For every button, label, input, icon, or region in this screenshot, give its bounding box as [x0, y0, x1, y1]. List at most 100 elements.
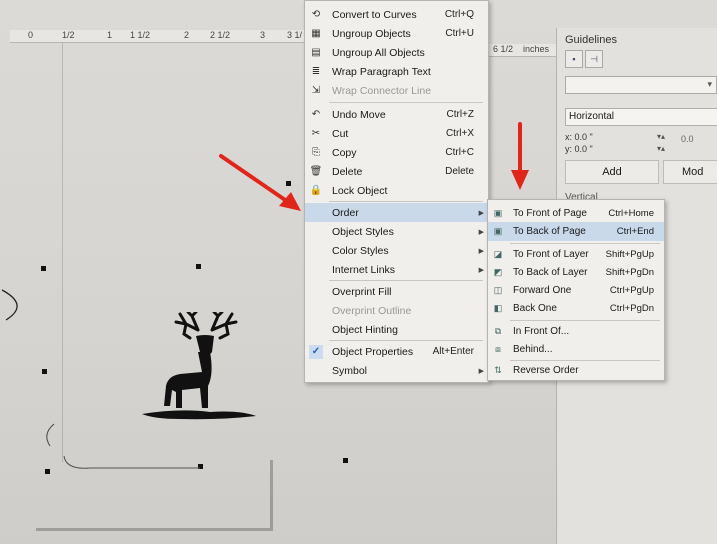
menu-item-label: Delete — [332, 165, 363, 178]
undo-icon: ↶ — [311, 109, 321, 120]
menu-item-label: Color Styles — [332, 244, 389, 257]
guideline-lock-icon: ⊣ — [590, 53, 598, 64]
to-front-of-layer-icon: ◪ — [493, 249, 503, 259]
deer-silhouette[interactable] — [140, 312, 258, 424]
menu-item-internet-links[interactable]: Internet Links ▶ — [305, 260, 488, 279]
menu-item-color-styles[interactable]: Color Styles ▶ — [305, 241, 488, 260]
menu-item-object-hinting[interactable]: Object Hinting — [305, 320, 488, 339]
selection-handle[interactable] — [42, 369, 47, 374]
menu-item-object-properties[interactable]: ✓ Object Properties Alt+Enter — [305, 342, 488, 361]
order-submenu: ▣ To Front of Page Ctrl+Home ▣ To Back o… — [487, 199, 665, 381]
menu-separator — [329, 340, 483, 341]
horizontal-ruler-right: 6 1/2 inches — [487, 44, 557, 57]
annotation-arrow-icon — [511, 122, 529, 190]
submenu-item-label: Forward One — [513, 285, 572, 296]
y-coordinate-field[interactable]: y: 0.0 " — [565, 144, 593, 154]
ruler-tick: 6 1/2 — [493, 44, 514, 54]
chevron-down-icon: ▾ — [707, 79, 712, 89]
submenu-item-in-front-of[interactable]: ⧉ In Front Of... — [488, 322, 664, 341]
submenu-item-shortcut: Ctrl+End — [616, 226, 654, 237]
selection-handle[interactable] — [343, 458, 348, 463]
submenu-item-label: To Back of Layer — [513, 267, 588, 278]
submenu-item-to-back-of-page[interactable]: ▣ To Back of Page Ctrl+End — [488, 222, 664, 241]
menu-item-label: Ungroup Objects — [332, 27, 411, 40]
menu-item-copy[interactable]: ⎘ Copy Ctrl+C — [305, 143, 488, 162]
rectangle-shape[interactable] — [36, 460, 273, 531]
menu-item-label: Copy — [332, 146, 357, 159]
submenu-arrow-icon: ▶ — [478, 247, 484, 255]
menu-item-label: Object Hinting — [332, 323, 398, 336]
submenu-item-forward-one[interactable]: ◫ Forward One Ctrl+PgUp — [488, 281, 664, 300]
menu-item-order[interactable]: Order ▶ — [305, 203, 488, 222]
menu-item-object-styles[interactable]: Object Styles ▶ — [305, 222, 488, 241]
submenu-item-label: To Front of Page — [513, 208, 587, 219]
submenu-item-label: To Front of Layer — [513, 249, 589, 260]
submenu-item-to-front-of-layer[interactable]: ◪ To Front of Layer Shift+PgUp — [488, 245, 664, 264]
menu-item-cut[interactable]: ✂ Cut Ctrl+X — [305, 124, 488, 143]
convert-curves-icon: ⟲ — [311, 9, 321, 20]
submenu-arrow-icon: ▶ — [478, 266, 484, 274]
guideline-lock-button[interactable]: ⊣ — [585, 50, 603, 68]
page-border — [62, 42, 63, 462]
angle-field[interactable]: 0.0 — [681, 134, 694, 144]
ruler-tick: 1 — [107, 30, 113, 40]
menu-item-shortcut: Ctrl+U — [445, 28, 474, 39]
menu-item-label: Wrap Paragraph Text — [332, 65, 431, 78]
submenu-item-shortcut: Shift+PgUp — [605, 249, 654, 260]
add-guideline-button[interactable]: Add — [565, 160, 659, 184]
menu-item-convert-to-curves[interactable]: ⟲ Convert to Curves Ctrl+Q — [305, 5, 488, 24]
submenu-item-label: In Front Of... — [513, 326, 570, 337]
behind-icon: ⧈ — [495, 344, 501, 354]
submenu-item-label: To Back of Page — [513, 226, 586, 237]
submenu-item-behind[interactable]: ⧈ Behind... — [488, 340, 664, 359]
menu-item-label: Wrap Connector Line — [332, 84, 432, 97]
menu-item-shortcut: Ctrl+C — [445, 147, 474, 158]
menu-item-label: Undo Move — [332, 108, 386, 121]
submenu-item-to-back-of-layer[interactable]: ◩ To Back of Layer Shift+PgDn — [488, 263, 664, 282]
x-spinner[interactable]: ▾▴ — [657, 132, 665, 141]
menu-item-delete[interactable]: 🗑 Delete Delete — [305, 162, 488, 181]
modify-guideline-button[interactable]: Mod — [663, 160, 717, 184]
in-front-of-icon: ⧉ — [494, 326, 502, 336]
submenu-item-to-front-of-page[interactable]: ▣ To Front of Page Ctrl+Home — [488, 204, 664, 223]
menu-item-ungroup-all[interactable]: ▤ Ungroup All Objects — [305, 43, 488, 62]
guideline-preset-button[interactable]: ▪ — [565, 50, 583, 68]
delete-icon: 🗑 — [309, 166, 323, 177]
submenu-item-back-one[interactable]: ◧ Back One Ctrl+PgDn — [488, 299, 664, 318]
lock-icon: 🔒 — [309, 185, 323, 196]
selection-handle[interactable] — [41, 266, 46, 271]
annotation-arrow-icon — [219, 154, 301, 211]
menu-item-wrap-connector[interactable]: ⇲ Wrap Connector Line — [305, 81, 488, 100]
y-spinner[interactable]: ▾▴ — [657, 144, 665, 153]
x-coordinate-field[interactable]: x: 0.0 " — [565, 132, 593, 142]
menu-item-undo-move[interactable]: ↶ Undo Move Ctrl+Z — [305, 105, 488, 124]
submenu-arrow-icon: ▶ — [478, 367, 484, 375]
menu-item-label: Ungroup All Objects — [332, 46, 425, 59]
menu-separator — [329, 102, 483, 103]
context-menu: ⟲ Convert to Curves Ctrl+Q ▦ Ungroup Obj… — [304, 0, 489, 383]
curve-shape[interactable] — [40, 420, 60, 450]
menu-item-wrap-paragraph[interactable]: ≣ Wrap Paragraph Text — [305, 62, 488, 81]
ruler-tick: 0 — [28, 30, 34, 40]
guideline-type-dropdown[interactable]: ▾ — [565, 76, 717, 94]
ungroup-icon: ▦ — [311, 28, 321, 39]
menu-item-label: Order — [332, 206, 359, 219]
menu-item-label: Object Properties — [332, 345, 414, 358]
menu-item-lock-object[interactable]: 🔒 Lock Object — [305, 181, 488, 200]
menu-item-overprint-outline[interactable]: Overprint Outline — [305, 301, 488, 320]
ruler-tick: 3 1/ — [287, 30, 303, 40]
menu-item-shortcut: Alt+Enter — [432, 346, 474, 357]
menu-item-symbol[interactable]: Symbol ▶ — [305, 361, 488, 380]
submenu-separator — [510, 320, 660, 321]
menu-item-overprint-fill[interactable]: Overprint Fill — [305, 282, 488, 301]
submenu-item-shortcut: Ctrl+PgDn — [609, 303, 654, 314]
submenu-item-label: Behind... — [513, 344, 553, 355]
menu-item-ungroup-objects[interactable]: ▦ Ungroup Objects Ctrl+U — [305, 24, 488, 43]
menu-item-label: Overprint Fill — [332, 285, 392, 298]
curve-shape[interactable] — [0, 280, 30, 330]
guideline-orientation-field[interactable]: Horizontal — [565, 108, 717, 126]
submenu-item-reverse-order[interactable]: ⇅ Reverse Order — [488, 361, 664, 380]
selection-handle[interactable] — [196, 264, 201, 269]
ruler-tick: 1 1/2 — [130, 30, 151, 40]
ruler-tick: 1/2 — [62, 30, 75, 40]
